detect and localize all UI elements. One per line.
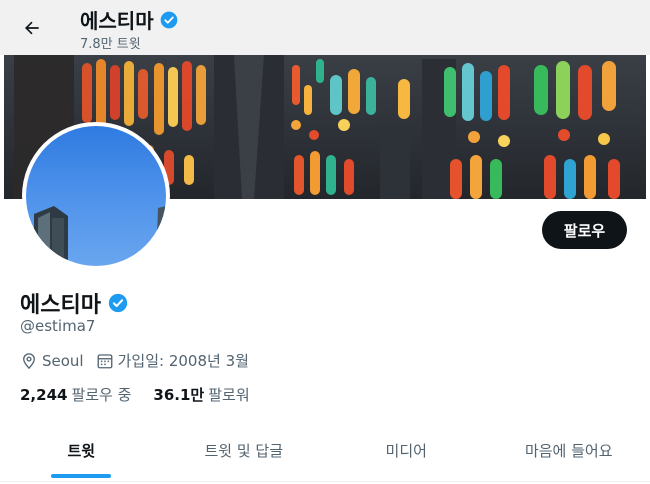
tab-label: 트윗 bbox=[67, 441, 96, 460]
tab-likes[interactable]: 마음에 들어요 bbox=[488, 420, 650, 480]
verified-badge-icon bbox=[108, 293, 128, 313]
back-button[interactable] bbox=[14, 10, 50, 46]
profile-tabs: 트윗 트윗 및 답글 미디어 마음에 들어요 bbox=[0, 420, 650, 480]
followers-label: 팔로워 bbox=[208, 386, 250, 404]
profile-header-bar: 에스티마 7.8만 트윗 bbox=[0, 0, 650, 55]
followers-count: 36.1만 bbox=[153, 386, 205, 404]
profile-meta: Seoul 가입일: 2008년 3월 bbox=[20, 350, 261, 371]
followers-link[interactable]: 36.1만 팔로워 bbox=[153, 384, 249, 405]
header-profile-name: 에스티마 bbox=[80, 5, 179, 34]
follow-button[interactable]: 팔로우 bbox=[542, 211, 627, 249]
location-text: Seoul bbox=[42, 351, 84, 370]
tab-label: 미디어 bbox=[385, 441, 427, 460]
tab-label: 마음에 들어요 bbox=[524, 441, 613, 460]
profile-handle: @estima7 bbox=[20, 317, 96, 335]
profile-stats: 2,244 팔로우 중 36.1만 팔로워 bbox=[20, 384, 272, 405]
calendar-icon bbox=[97, 353, 113, 368]
back-arrow-icon bbox=[25, 21, 39, 35]
header-tweet-count: 7.8만 트윗 bbox=[80, 37, 141, 52]
tab-tweets-and-replies[interactable]: 트윗 및 답글 bbox=[163, 420, 326, 480]
avatar-building-shape bbox=[34, 206, 166, 266]
location-item: Seoul bbox=[20, 352, 84, 370]
following-count: 2,244 bbox=[20, 386, 68, 404]
header-name-text: 에스티마 bbox=[80, 9, 154, 33]
tab-label: 트윗 및 답글 bbox=[204, 441, 284, 460]
verified-badge-icon bbox=[160, 11, 177, 28]
location-pin-icon bbox=[23, 352, 35, 369]
joined-text: 가입일: 2008년 3월 bbox=[117, 352, 249, 370]
tabs-divider bbox=[0, 481, 650, 482]
tab-media[interactable]: 미디어 bbox=[325, 420, 488, 480]
active-tab-indicator bbox=[51, 474, 112, 478]
joined-item: 가입일: 2008년 3월 bbox=[96, 350, 249, 371]
following-link[interactable]: 2,244 팔로우 중 bbox=[20, 384, 131, 405]
profile-name: 에스티마 bbox=[20, 287, 129, 319]
following-label: 팔로우 중 bbox=[71, 386, 132, 404]
avatar-image bbox=[26, 126, 166, 266]
profile-name-text: 에스티마 bbox=[20, 293, 101, 318]
tab-tweets[interactable]: 트윗 bbox=[0, 420, 163, 480]
avatar[interactable] bbox=[22, 122, 170, 270]
